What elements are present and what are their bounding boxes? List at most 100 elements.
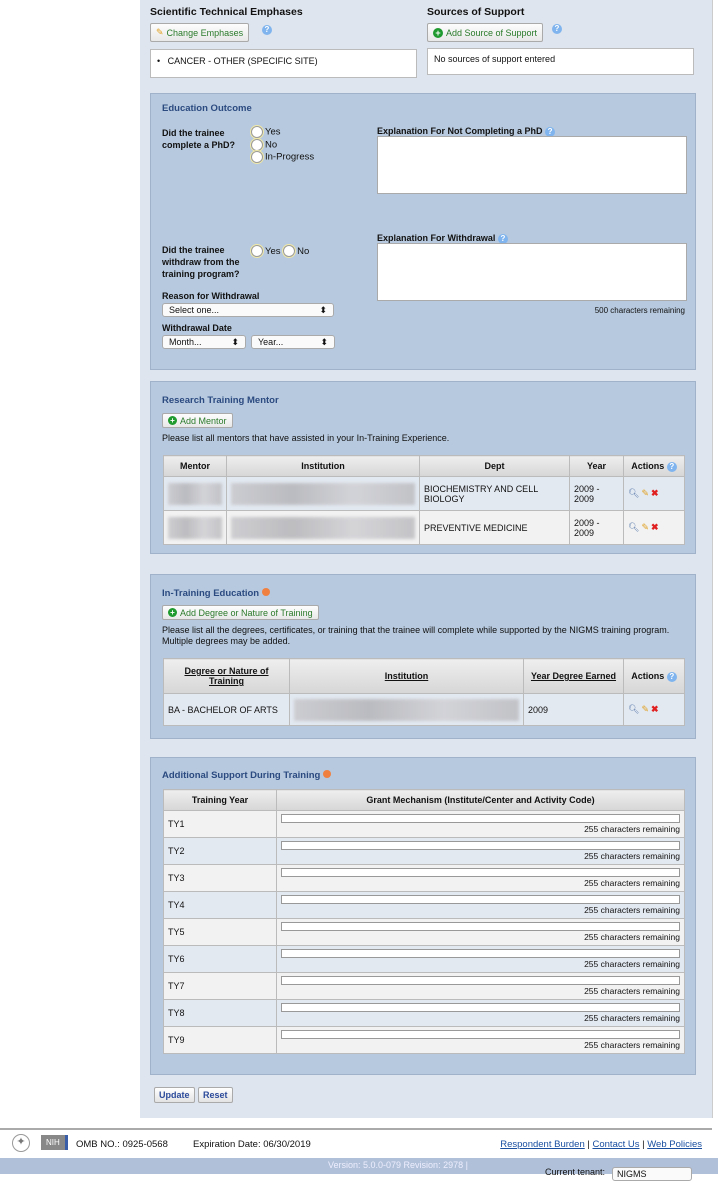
table-row: TY9 255 characters remaining (163, 1026, 685, 1054)
view-icon[interactable]: 🔍︎ (628, 488, 639, 498)
redacted-institution (231, 482, 415, 505)
dept-cell: PREVENTIVE MEDICINE (419, 510, 570, 545)
training-year-cell: TY6 (163, 945, 277, 973)
delete-icon[interactable]: ✖ (651, 704, 659, 714)
version-bar: Version: 5.0.0-079 Revision: 2978 | Curr… (0, 1158, 718, 1181)
help-icon[interactable]: ? (666, 461, 677, 472)
training-year-cell: TY5 (163, 918, 277, 946)
grant-mechanism-input[interactable] (281, 1003, 680, 1012)
withdraw-no-radio[interactable]: No (283, 245, 309, 257)
update-button[interactable]: Update (154, 1087, 195, 1103)
grant-mechanism-input[interactable] (281, 868, 680, 877)
tenant-select[interactable]: NIGMS (612, 1167, 692, 1181)
add-mentor-label: Add Mentor (180, 415, 227, 426)
support-empty: No sources of support entered (427, 48, 694, 75)
withdraw-yes-radio[interactable]: Yes (251, 245, 281, 257)
footer: ✦ NIH OMB NO.: 0925-0568 Expiration Date… (0, 1128, 712, 1158)
edit-icon[interactable]: ✎ (641, 522, 649, 532)
month-select[interactable]: Month... ⬍ (162, 335, 246, 349)
header-institution: Institution (226, 455, 420, 477)
edit-icon[interactable]: ✎ (641, 488, 649, 498)
redacted-institution (294, 698, 519, 721)
phd-question: Did the trainee complete a PhD? (162, 128, 236, 150)
withdrawal-textarea[interactable] (377, 243, 687, 301)
reason-select[interactable]: Select one... ⬍ (162, 303, 334, 317)
required-icon (261, 588, 270, 596)
table-row: TY6 255 characters remaining (163, 945, 685, 973)
header-year: Year Degree Earned (523, 658, 624, 694)
header-actions: Actions ? (623, 658, 685, 694)
help-icon[interactable]: ? (666, 671, 677, 682)
table-row: TY7 255 characters remaining (163, 972, 685, 1000)
additional-support-panel: Additional Support During Training Train… (150, 757, 696, 1075)
chars-remaining: 255 characters remaining (584, 1040, 680, 1050)
year-cell: 2009 - 2009 (569, 476, 624, 511)
grant-mechanism-input[interactable] (281, 922, 680, 931)
dept-cell: BIOCHEMISTRY AND CELL BIOLOGY (419, 476, 570, 511)
add-mentor-button[interactable]: + Add Mentor (162, 413, 233, 428)
table-row: TY4 255 characters remaining (163, 891, 685, 919)
grant-mechanism-input[interactable] (281, 1030, 680, 1039)
header-mentor: Mentor (163, 455, 227, 477)
year-select[interactable]: Year... ⬍ (251, 335, 335, 349)
grant-mechanism-input[interactable] (281, 841, 680, 850)
delete-icon[interactable]: ✖ (651, 488, 659, 498)
not-completing-textarea[interactable] (377, 136, 687, 194)
add-source-label: Add Source of Support (446, 27, 538, 38)
view-icon[interactable]: 🔍︎ (628, 522, 639, 532)
chars-remaining: 255 characters remaining (584, 1013, 680, 1023)
withdraw-radio-group: Yes No (251, 245, 309, 257)
table-row: BA - BACHELOR OF ARTS 2009 🔍︎ ✎ ✖ (163, 693, 685, 726)
view-icon[interactable]: 🔍︎ (628, 704, 639, 714)
redacted-institution (231, 516, 415, 539)
tenant-label: Current tenant: (545, 1167, 606, 1177)
grant-mechanism-input[interactable] (281, 895, 680, 904)
panel-title: Research Training Mentor (162, 395, 279, 406)
chars-remaining: 255 characters remaining (584, 959, 680, 969)
help-icon[interactable]: ? (262, 25, 272, 35)
support-title: Sources of Support (427, 6, 525, 18)
chars-remaining: 255 characters remaining (584, 851, 680, 861)
phd-no-radio[interactable]: No (251, 138, 314, 152)
redacted-mentor (168, 516, 222, 539)
edit-icon[interactable]: ✎ (641, 704, 649, 714)
mentor-instructions: Please list all mentors that have assist… (162, 433, 450, 443)
panel-title: In-Training Education (162, 588, 270, 599)
phd-yes-radio[interactable]: Yes (251, 126, 314, 139)
hhs-logo-icon: ✦ (12, 1134, 30, 1152)
header-dept: Dept (419, 455, 570, 477)
phd-inprogress-radio[interactable]: In-Progress (251, 151, 314, 164)
plus-circle-icon: + (168, 416, 177, 425)
mentor-table: Mentor Institution Dept Year Actions ? BIOCH… (163, 455, 685, 545)
grant-mechanism-input[interactable] (281, 976, 680, 985)
respondent-burden-link[interactable]: Respondent Burden (500, 1139, 585, 1150)
web-policies-link[interactable]: Web Policies (647, 1139, 702, 1150)
training-year-cell: TY8 (163, 999, 277, 1027)
mentor-panel: Research Training Mentor + Add Mentor Ple… (150, 381, 696, 554)
degree-cell: BA - BACHELOR OF ARTS (163, 693, 290, 726)
table-row: TY5 255 characters remaining (163, 918, 685, 946)
required-icon (322, 770, 331, 778)
training-year-cell: TY2 (163, 837, 277, 865)
table-row: TY2 255 characters remaining (163, 837, 685, 865)
emphases-list: • CANCER - OTHER (SPECIFIC SITE) (150, 49, 417, 78)
reset-button[interactable]: Reset (198, 1087, 233, 1103)
grant-mechanism-input[interactable] (281, 949, 680, 958)
panel-title: Additional Support During Training (162, 770, 331, 781)
header-degree: Degree or Nature of Training (163, 658, 290, 694)
expiration-date: Expiration Date: 06/30/2019 (193, 1139, 311, 1150)
add-source-button[interactable]: + Add Source of Support (427, 23, 544, 42)
education-outcome-panel: Education Outcome Did the trainee comple… (150, 93, 696, 370)
grant-mechanism-input[interactable] (281, 814, 680, 823)
change-emphases-button[interactable]: ✎ Change Emphases (150, 23, 250, 42)
chars-remaining: 500 characters remaining (594, 306, 685, 315)
chars-remaining: 255 characters remaining (584, 878, 680, 888)
scrollbar[interactable] (712, 0, 718, 1118)
add-degree-button[interactable]: + Add Degree or Nature of Training (162, 605, 319, 620)
table-row: TY3 255 characters remaining (163, 864, 685, 892)
contact-us-link[interactable]: Contact Us (593, 1139, 640, 1150)
help-icon[interactable]: ? (552, 24, 562, 34)
table-row: PREVENTIVE MEDICINE 2009 - 2009 🔍︎ ✎ ✖ (163, 510, 685, 545)
delete-icon[interactable]: ✖ (651, 522, 659, 532)
training-year-cell: TY1 (163, 810, 277, 838)
